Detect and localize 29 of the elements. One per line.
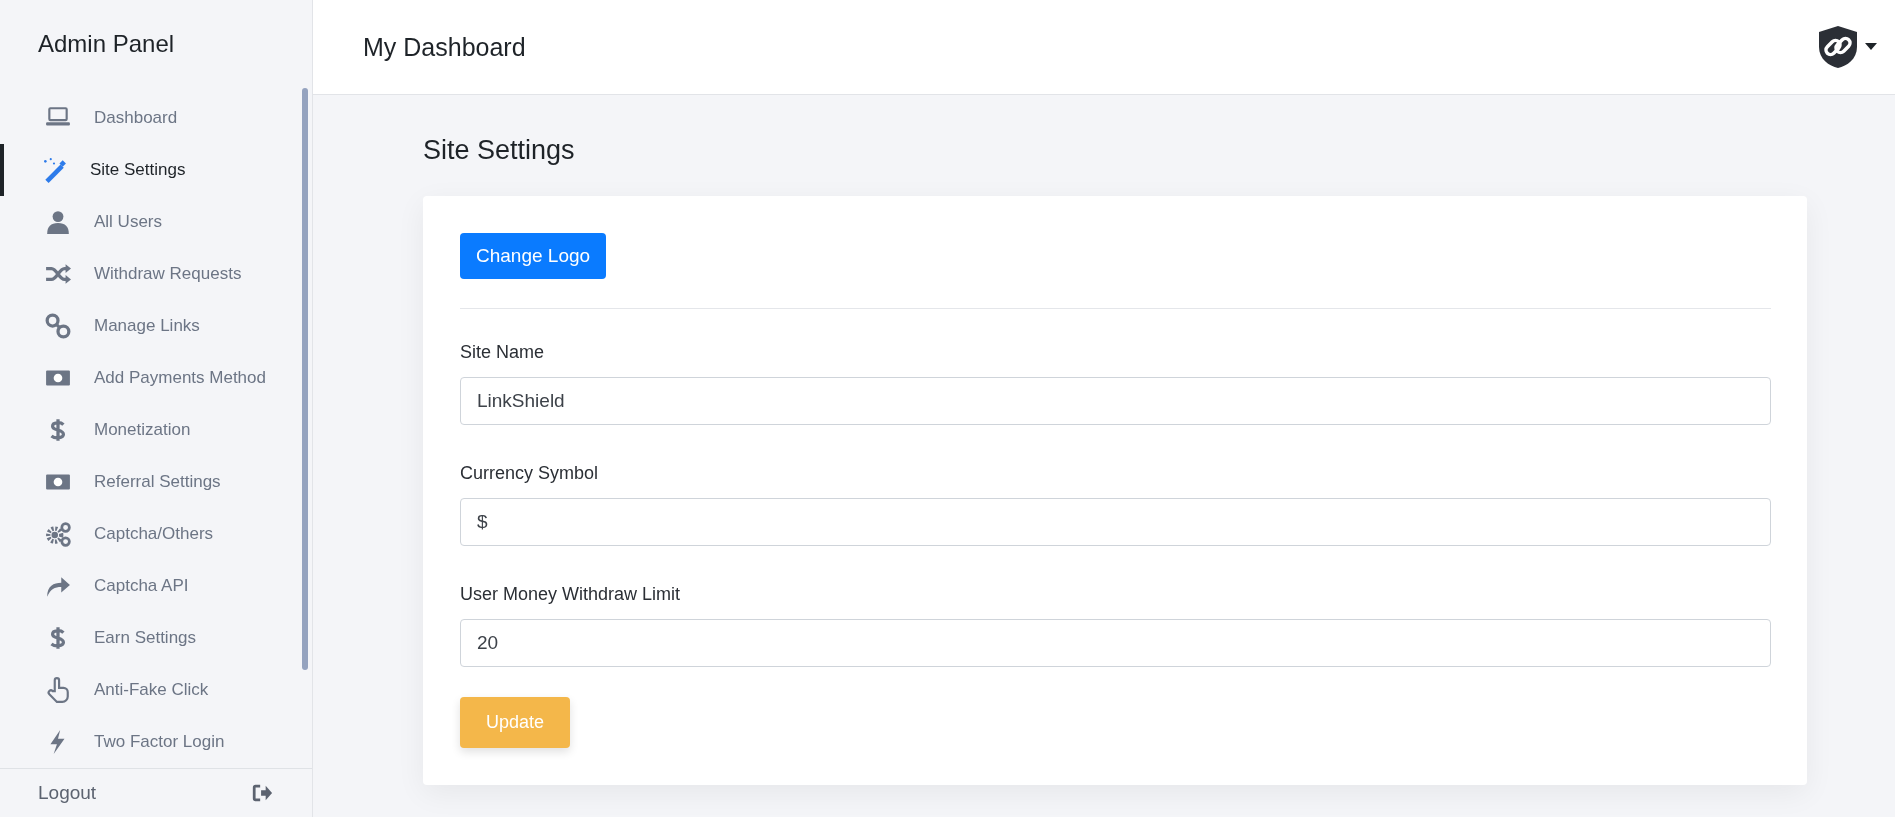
shield-link-avatar-icon[interactable] [1817,25,1859,69]
logout-link[interactable]: Logout [38,782,97,805]
sidebar-item[interactable]: Manage Links [0,300,312,353]
sidebar-item[interactable]: All Users [0,196,312,249]
sidebar-item[interactable]: Two Factor Login [0,716,312,769]
sidebar-item[interactable]: Earn Settings [0,612,312,665]
sidebar-item[interactable]: Monetization [0,404,312,457]
sidebar-item[interactable]: Referral Settings [0,456,312,509]
input-field[interactable]: $ [460,498,1771,546]
field-label: User Money Withdraw Limit [460,584,682,605]
change-logo-button[interactable]: Change Logo [460,233,607,279]
chain-link-icon [44,313,72,340]
sidebar-item[interactable]: Captcha/Others [0,508,312,561]
pointing-hand-icon [44,677,72,704]
sidebar-item[interactable]: Dashboard [0,92,312,145]
caret-icon[interactable] [1865,43,1877,51]
sidebar-item[interactable]: Add Payments Method [0,352,312,405]
input-field[interactable]: LinkShield [460,377,1771,425]
field-label: Site Name [460,342,546,363]
field-label: Currency Symbol [460,463,600,484]
sidebar-item[interactable]: Captcha API [0,560,312,613]
sidebar-title: Admin Panel [37,29,176,59]
section-title: Site Settings [423,135,576,166]
sidebar-item[interactable]: Anti-Fake Click [0,664,312,717]
input-field[interactable]: 20 [460,619,1771,667]
user-icon [44,209,72,236]
sidebar-item[interactable]: Withdraw Requests [0,248,312,301]
page-header-title: My Dashboard [363,32,526,62]
gears-icon [44,521,72,548]
